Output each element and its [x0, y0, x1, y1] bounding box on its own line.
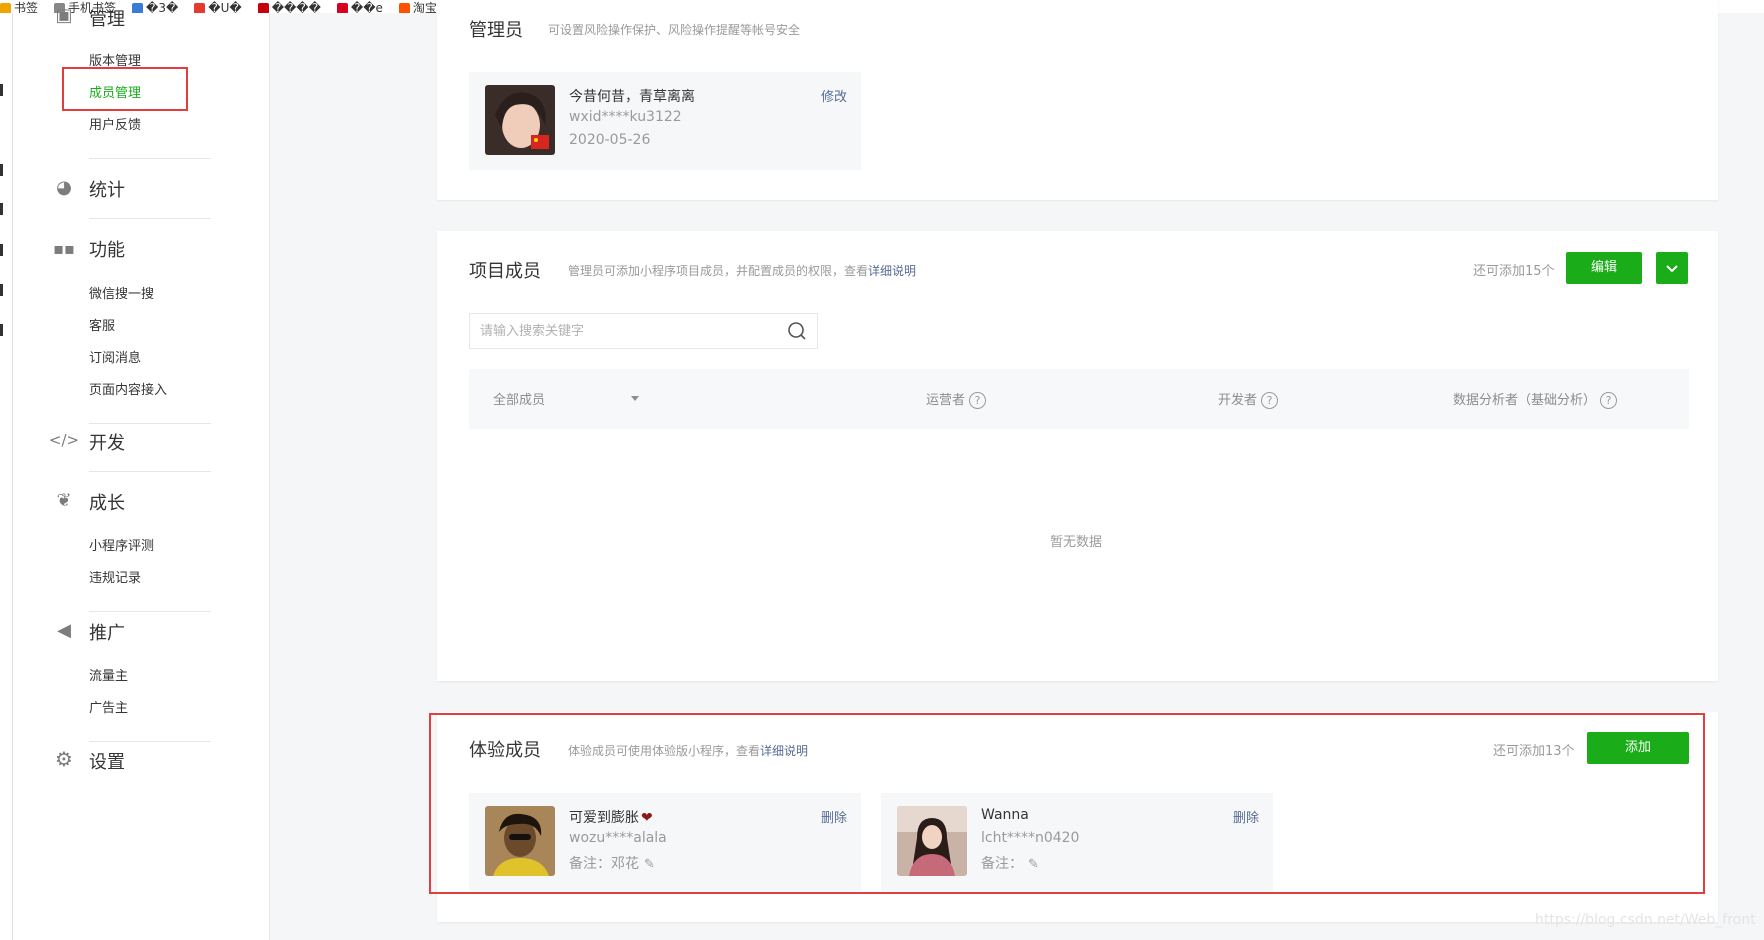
member-search-input[interactable]: [480, 322, 780, 340]
admin-description: 可设置风险操作保护、风险操作提醒等帐号安全: [548, 23, 801, 37]
admin-modify-link[interactable]: 修改: [821, 86, 847, 105]
admin-wxid: wxid****ku3122: [569, 109, 682, 125]
member-wxid: wozu****alala: [569, 830, 667, 846]
column-developer: 开发者?: [1218, 389, 1279, 409]
delete-member-link[interactable]: 删除: [821, 807, 847, 826]
sidebar-group-features[interactable]: 功能: [89, 236, 125, 262]
bookmark-item[interactable]: ����: [257, 1, 321, 13]
column-operator: 运营者?: [926, 389, 987, 409]
experience-member-card: Wanna lcht****n0420 备注： ✎ 删除: [881, 793, 1273, 891]
sidebar-item-mini-program-review[interactable]: 小程序评测: [89, 535, 154, 554]
add-member-button[interactable]: 添加: [1587, 732, 1689, 764]
admin-name: 今昔何昔，青草离离: [569, 89, 695, 105]
edit-pencil-icon[interactable]: ✎: [644, 857, 655, 872]
sidebar-divider: [89, 741, 211, 742]
sidebar-group-settings[interactable]: 设置: [89, 748, 125, 774]
bookmark-item[interactable]: 书签: [0, 2, 38, 13]
sidebar-divider: [89, 471, 211, 472]
bookmark-item[interactable]: �3�: [132, 2, 178, 13]
sidebar-item-page-content[interactable]: 页面内容接入: [89, 379, 167, 398]
sidebar-group-growth[interactable]: 成长: [89, 489, 125, 515]
sidebar-item-traffic-owner[interactable]: 流量主: [89, 665, 128, 684]
sidebar-divider: [89, 611, 211, 612]
dropdown-button[interactable]: [1656, 252, 1688, 284]
highlight-box-member-management: [62, 67, 188, 111]
bookmark-item[interactable]: 淘宝: [398, 1, 437, 13]
bookmark-icon: [194, 3, 206, 13]
search-icon[interactable]: [787, 321, 807, 341]
project-quota: 还可添加15个: [1473, 264, 1555, 279]
help-icon[interactable]: ?: [1600, 392, 1618, 409]
sidebar-item-subscribe-message[interactable]: 订阅消息: [89, 347, 141, 366]
empty-state: 暂无数据: [1050, 535, 1103, 550]
sidebar-divider: [89, 158, 211, 159]
sprout-icon: ❦: [56, 489, 72, 511]
sidebar-group-manage[interactable]: 管理: [89, 5, 125, 31]
bookmark-item[interactable]: ��e: [336, 1, 383, 13]
bookmark-item[interactable]: �U�: [194, 1, 242, 13]
bookmark-icon: [398, 3, 410, 13]
sidebar: ▣ 管理 版本管理 成员管理 用户反馈 ◕ 统计 ▪▪ 功能 微信搜一搜 客服 …: [13, 5, 270, 940]
sidebar-item-customer-service[interactable]: 客服: [89, 315, 115, 334]
member-name: 可爱到膨胀 ❤: [569, 810, 653, 826]
edit-pencil-icon[interactable]: ✎: [1028, 857, 1039, 872]
member-note: 备注： ✎: [981, 856, 1039, 872]
window-edge-strip: [0, 13, 13, 940]
members-table-header: 全部成员 运营者? 开发者? 数据分析者（基础分析）?: [469, 369, 1689, 429]
sidebar-divider: [89, 218, 211, 219]
experience-quota: 还可添加13个: [1493, 744, 1575, 759]
sidebar-item-user-feedback[interactable]: 用户反馈: [89, 114, 141, 133]
bookmark-icon: [0, 3, 11, 13]
watermark: https://blog.csdn.net/Web_front: [1535, 912, 1756, 928]
edit-button[interactable]: 编辑: [1566, 252, 1642, 284]
bookmark-label: 淘宝: [412, 1, 437, 13]
manage-icon: ▣: [55, 4, 73, 26]
project-members-card: [437, 231, 1718, 681]
member-name: Wanna: [981, 807, 1029, 823]
help-icon[interactable]: ?: [1261, 392, 1279, 409]
project-details-link[interactable]: 详细说明: [868, 264, 916, 278]
experience-member-card: 可爱到膨胀 ❤ wozu****alala 备注：邓花 ✎ 删除: [469, 793, 861, 891]
admin-date: 2020-05-26: [569, 132, 651, 148]
grid-icon: ▪▪: [53, 238, 75, 258]
bookmark-label: 书签: [14, 1, 39, 13]
column-data-analyst: 数据分析者（基础分析）?: [1453, 389, 1618, 409]
sidebar-group-promo[interactable]: 推广: [89, 619, 125, 645]
chevron-down-icon: [1666, 265, 1678, 273]
member-avatar: [897, 806, 967, 876]
sidebar-divider: [89, 423, 211, 424]
megaphone-icon: ◀: [57, 619, 71, 641]
member-wxid: lcht****n0420: [981, 830, 1080, 846]
bookmark-icon: [132, 3, 144, 13]
sidebar-item-wechat-search[interactable]: 微信搜一搜: [89, 283, 154, 302]
bookmark-icon: [257, 3, 269, 13]
code-icon: </>: [48, 431, 80, 449]
admin-avatar: [485, 85, 555, 155]
bookmark-label: �3�: [146, 1, 179, 13]
project-members-title: 项目成员: [469, 261, 541, 282]
sidebar-item-violation-records[interactable]: 违规记录: [89, 567, 141, 586]
help-icon[interactable]: ?: [969, 392, 987, 409]
sidebar-group-dev[interactable]: 开发: [89, 429, 125, 455]
filter-caret-icon[interactable]: [631, 396, 639, 401]
delete-member-link[interactable]: 删除: [1233, 807, 1259, 826]
experience-members-description: 体验成员可使用体验版小程序，查看详细说明: [568, 744, 809, 758]
sidebar-item-advertiser[interactable]: 广告主: [89, 697, 128, 716]
member-note: 备注：邓花 ✎: [569, 856, 655, 872]
sidebar-group-stats[interactable]: 统计: [89, 176, 125, 202]
admin-member-card: 今昔何昔，青草离离 wxid****ku3122 2020-05-26 修改: [469, 72, 861, 170]
bookmark-label: �U�: [208, 1, 242, 13]
admin-title: 管理员: [469, 20, 523, 41]
bookmark-label: ��e: [350, 1, 383, 13]
experience-members-title: 体验成员: [469, 740, 541, 761]
filter-all-members[interactable]: 全部成员: [493, 389, 545, 408]
bookmark-icon: [336, 3, 348, 13]
gear-icon: ⚙: [55, 747, 73, 771]
member-search-box: [469, 313, 818, 349]
bookmark-label: ����: [271, 1, 321, 13]
project-members-description: 管理员可添加小程序项目成员，并配置成员的权限，查看详细说明: [568, 264, 917, 278]
experience-details-link[interactable]: 详细说明: [760, 744, 808, 758]
member-avatar: [485, 806, 555, 876]
pie-chart-icon: ◕: [56, 176, 72, 198]
